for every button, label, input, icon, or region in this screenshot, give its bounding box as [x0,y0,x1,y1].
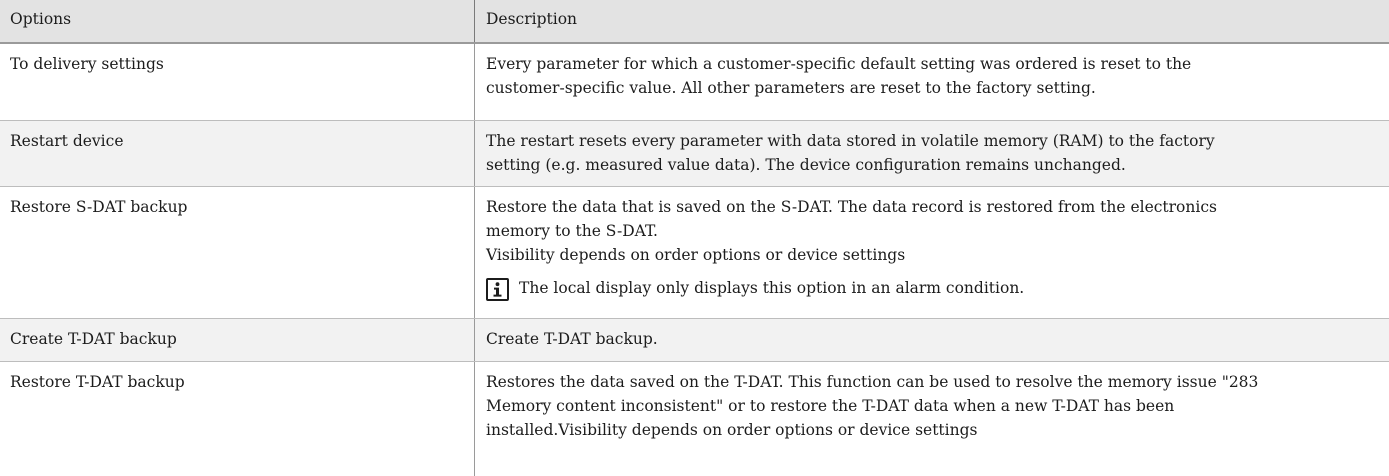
header-description: Description [486,10,578,28]
table-row: Restore T-DAT backup Restores the data s… [0,362,1389,476]
description-line: installed.Visibility depends on order op… [486,421,978,439]
description-cell: Restores the data saved on the T-DAT. Th… [475,362,1389,476]
description-line: memory to the S-DAT. [486,222,658,240]
header-options: Options [0,0,475,42]
description-cell: The restart resets every parameter with … [475,121,1389,186]
description-line: setting (e.g. measured value data). The … [486,156,1126,174]
table-row: Restart device The restart resets every … [0,121,1389,187]
info-note: The local display only displays this opt… [486,276,1381,301]
description-line: Every parameter for which a customer-spe… [486,55,1192,73]
option-cell: Restore S-DAT backup [0,187,475,318]
description-line: Restores the data saved on the T-DAT. Th… [486,373,1259,391]
description-line: Memory content inconsistent" or to resto… [486,397,1175,415]
info-note-text: The local display only displays this opt… [519,279,1025,297]
table-header-row: Options Description [0,0,1389,44]
description-line: Restore the data that is saved on the S-… [486,198,1217,216]
option-cell: To delivery settings [0,44,475,120]
table-row: Restore S-DAT backup Restore the data th… [0,187,1389,319]
options-table: Options Description To delivery settings… [0,0,1389,476]
description-line: Create T-DAT backup. [486,330,658,348]
description-cell: Restore the data that is saved on the S-… [475,187,1389,318]
description-line: The restart resets every parameter with … [486,132,1215,150]
option-cell: Restart device [0,121,475,186]
info-icon [486,278,509,301]
description-line: customer-specific value. All other param… [486,79,1096,97]
table-row: To delivery settings Every parameter for… [0,44,1389,121]
description-cell: Every parameter for which a customer-spe… [475,44,1389,120]
option-cell: Restore T-DAT backup [0,362,475,476]
description-cell: Create T-DAT backup. [475,319,1389,361]
description-line: Visibility depends on order options or d… [486,246,906,264]
table-row: Create T-DAT backup Create T-DAT backup. [0,319,1389,362]
option-cell: Create T-DAT backup [0,319,475,361]
